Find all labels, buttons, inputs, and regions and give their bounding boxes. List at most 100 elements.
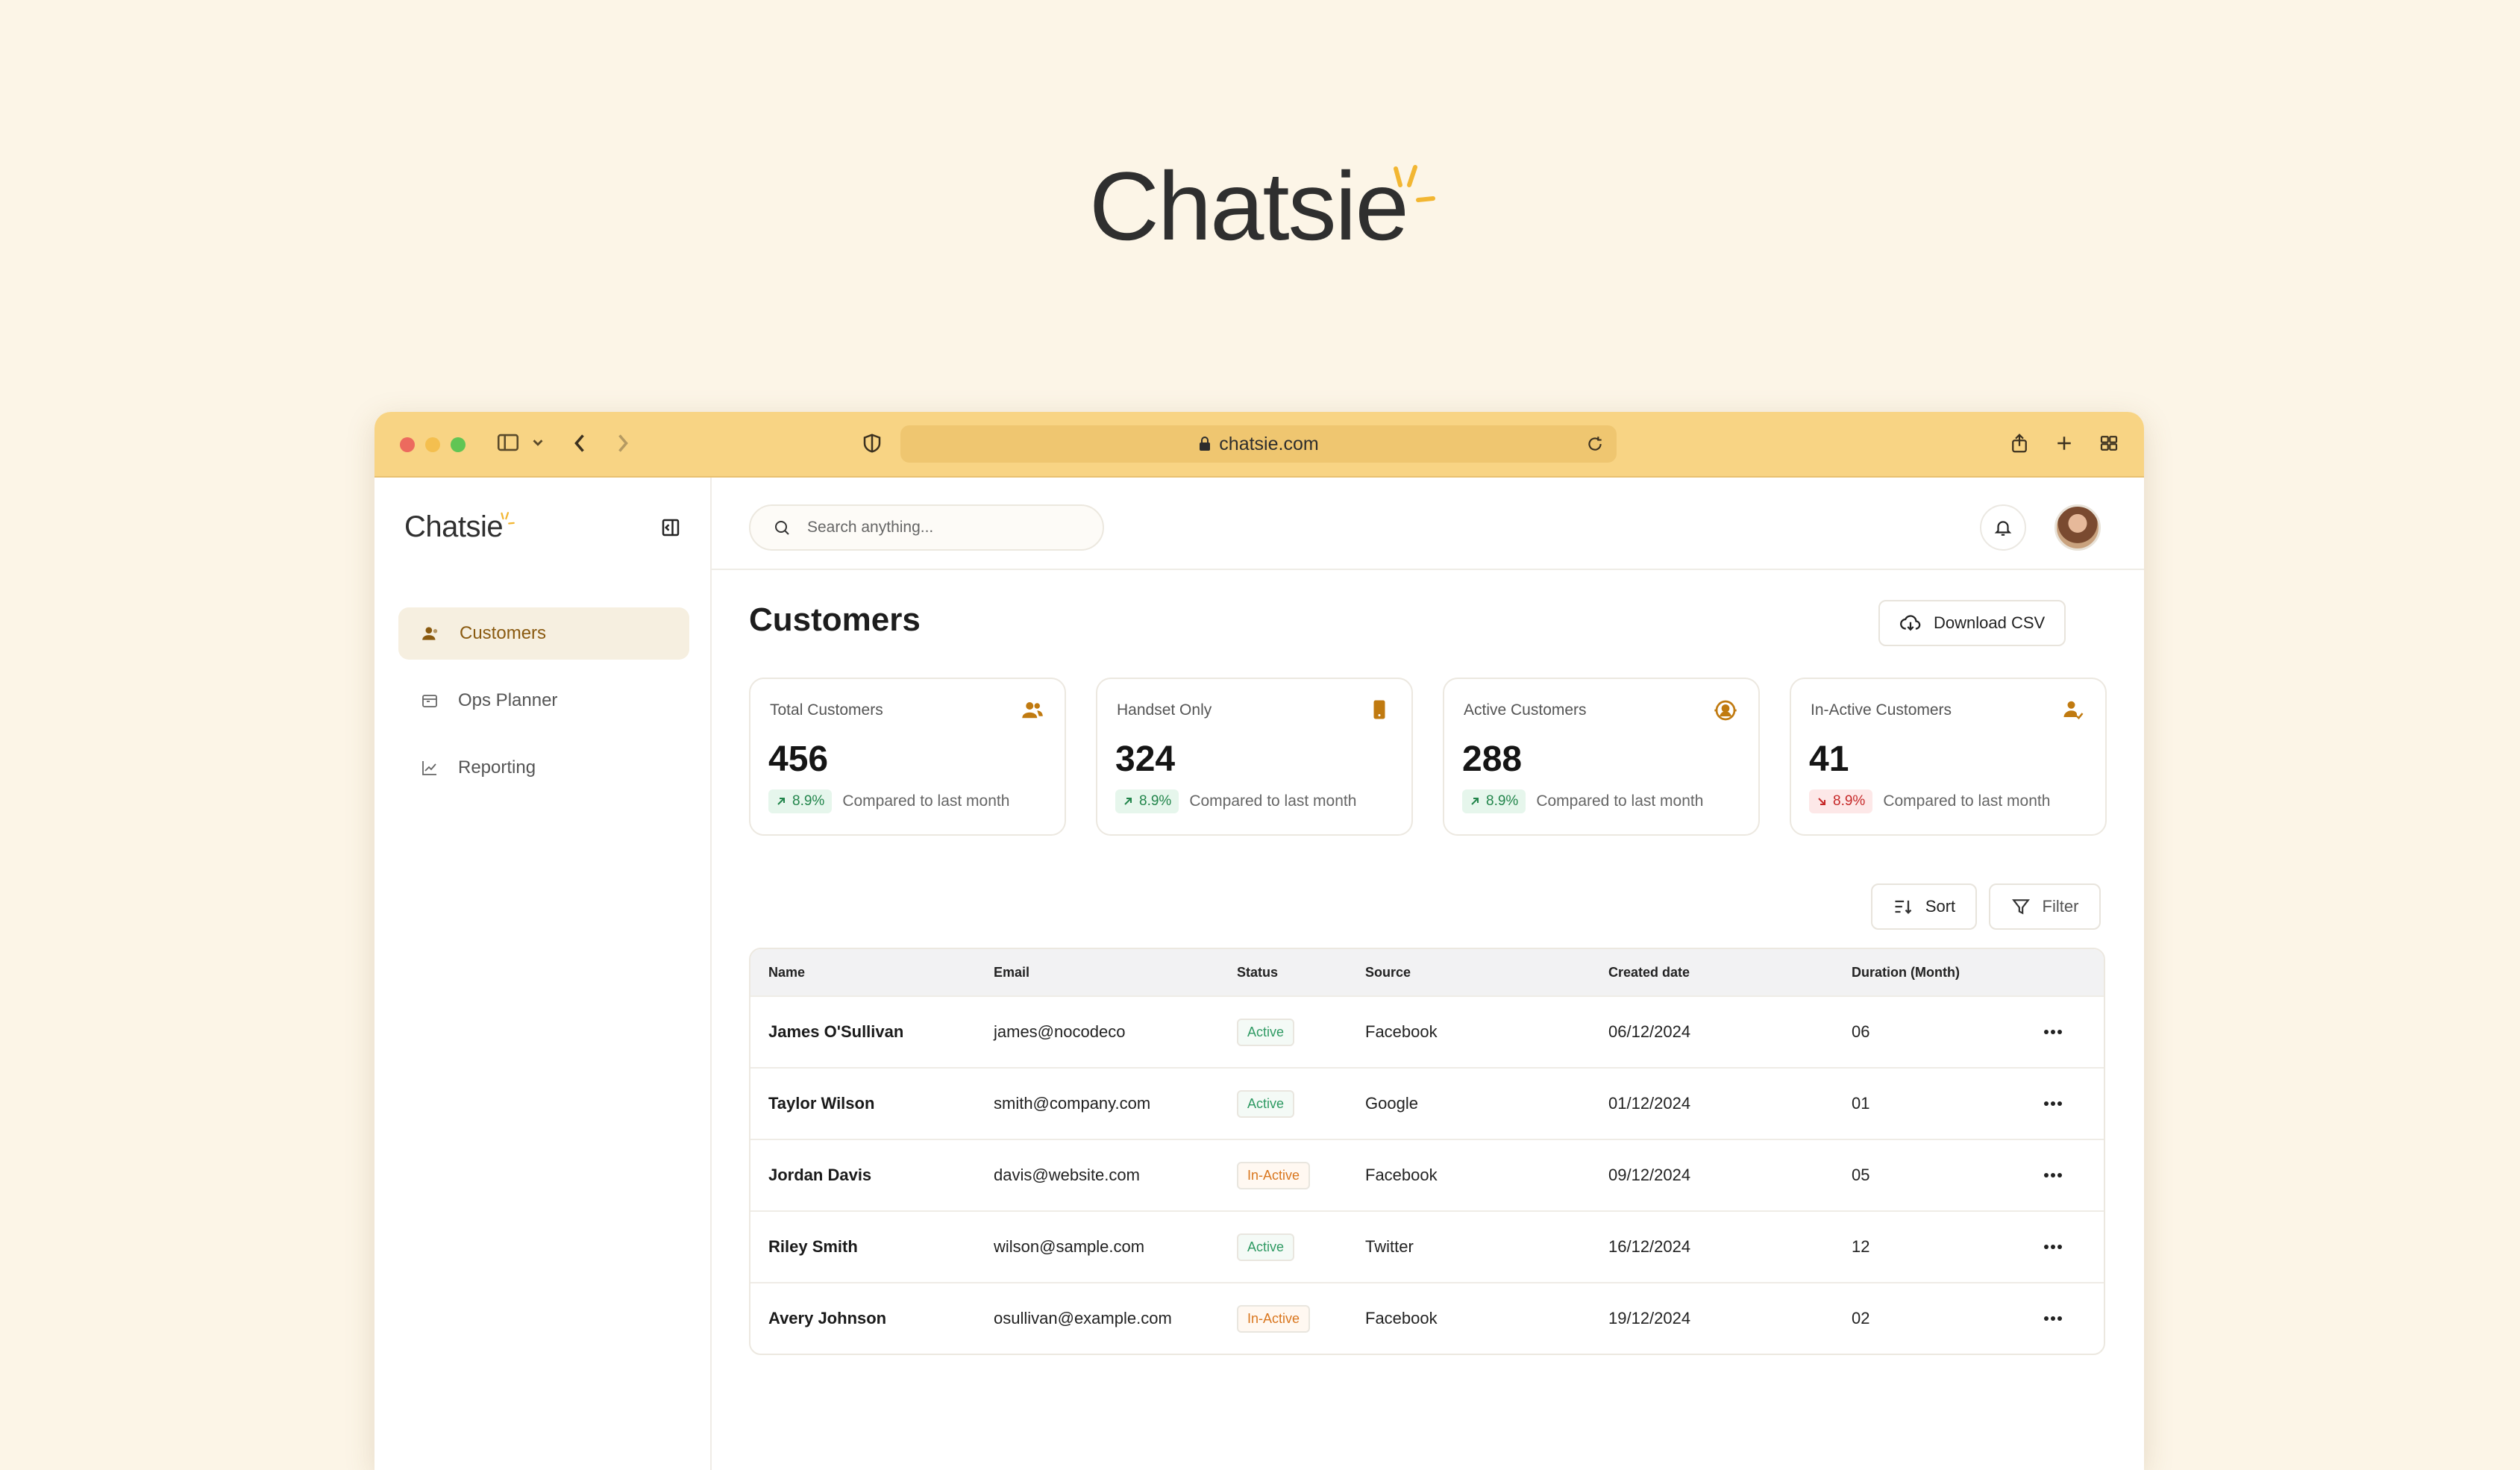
users-icon — [422, 627, 438, 640]
forward-icon[interactable] — [613, 430, 633, 457]
cell-created-date: 06/12/2024 — [1608, 1022, 1691, 1041]
row-actions-button[interactable] — [2016, 1029, 2090, 1035]
cell-name: Jordan Davis — [768, 1166, 872, 1184]
row-actions-button[interactable] — [2016, 1316, 2090, 1322]
close-window-button[interactable] — [400, 437, 415, 452]
table-header: Name Email Status Source Created date Du… — [750, 949, 2104, 995]
filter-label: Filter — [2042, 897, 2079, 916]
reload-icon[interactable] — [1585, 434, 1605, 454]
trend-down-badge: 8.9% — [1809, 789, 1873, 813]
cell-name: Avery Johnson — [768, 1309, 887, 1327]
share-icon[interactable] — [2008, 430, 2031, 457]
users-icon — [1022, 702, 1043, 719]
row-actions-button[interactable] — [2016, 1101, 2090, 1107]
notifications-button[interactable] — [1980, 504, 2026, 551]
chart-line-icon — [422, 761, 436, 775]
table-row[interactable]: Jordan Davis davis@website.com In-Active… — [750, 1139, 2104, 1210]
trend-percent: 8.9% — [1833, 793, 1866, 809]
calendar-icon — [422, 695, 437, 707]
status-badge: Active — [1237, 1018, 1295, 1046]
download-csv-label: Download CSV — [1934, 613, 2046, 632]
lock-icon — [1200, 437, 1211, 451]
stat-label: In-Active Customers — [1811, 701, 1952, 719]
new-tab-icon[interactable] — [2053, 430, 2075, 457]
column-header-duration[interactable]: Duration (Month) — [1852, 965, 2016, 980]
compare-text: Compared to last month — [1189, 792, 1357, 810]
stat-label: Handset Only — [1117, 701, 1212, 719]
cell-name: Taylor Wilson — [768, 1094, 875, 1113]
cell-source: Facebook — [1365, 1309, 1438, 1327]
cell-created-date: 01/12/2024 — [1608, 1094, 1691, 1113]
stat-value: 324 — [1115, 739, 1176, 779]
sidebar-item-label: Customers — [460, 623, 547, 643]
sort-button[interactable]: Sort — [1871, 883, 1977, 930]
minimize-window-button[interactable] — [425, 437, 440, 452]
compare-text: Compared to last month — [1536, 792, 1704, 810]
address-bar[interactable]: chatsie.com — [900, 425, 1617, 463]
table-row[interactable]: James O'Sullivan james@nocodeco Active F… — [750, 995, 2104, 1067]
maximize-window-button[interactable] — [451, 437, 466, 452]
cell-status: In-Active — [1237, 1161, 1365, 1189]
phone-icon — [1373, 700, 1385, 719]
sidebar-toggle-icon[interactable] — [495, 430, 521, 455]
search-box[interactable] — [749, 504, 1104, 551]
privacy-shield-icon[interactable] — [861, 430, 883, 457]
sidebar-item-ops-planner[interactable]: Ops Planner — [398, 675, 689, 727]
trend-percent: 8.9% — [792, 793, 825, 809]
hero-logo-text: Chatsie — [1089, 151, 1409, 260]
arrow-up-right-icon — [1124, 798, 1132, 805]
chevron-down-icon[interactable] — [530, 430, 546, 455]
table-row[interactable]: Avery Johnson osullivan@example.com In-A… — [750, 1282, 2104, 1354]
status-badge: Active — [1237, 1233, 1295, 1261]
browser-window: chatsie.com Chatsie Customers Ops Planne… — [374, 412, 2144, 1470]
table-row[interactable]: Riley Smith wilson@sample.com Active Twi… — [750, 1210, 2104, 1282]
status-badge: Active — [1237, 1089, 1295, 1118]
stats-cards: Total Customers 456 8.9% Compared to las… — [749, 678, 2107, 836]
search-input[interactable] — [806, 518, 1077, 537]
stat-trend: 8.9% Compared to last month — [768, 789, 1009, 813]
column-header-source[interactable]: Source — [1365, 965, 1608, 980]
main-content: Customers Download CSV Total Customers 4… — [712, 478, 2144, 1470]
sort-icon — [1895, 900, 1912, 914]
stat-card-total-customers: Total Customers 456 8.9% Compared to las… — [749, 678, 1066, 836]
status-badge: In-Active — [1237, 1161, 1311, 1189]
collapse-sidebar-icon[interactable] — [659, 516, 682, 542]
cell-status: In-Active — [1237, 1304, 1365, 1333]
sidebar-item-label: Reporting — [458, 757, 536, 778]
column-header-name[interactable]: Name — [750, 965, 994, 980]
download-csv-button[interactable]: Download CSV — [1878, 600, 2066, 646]
sidebar-item-reporting[interactable]: Reporting — [398, 742, 689, 794]
cell-created-date: 16/12/2024 — [1608, 1237, 1691, 1256]
column-header-created-date[interactable]: Created date — [1608, 965, 1852, 980]
tab-overview-icon[interactable] — [2098, 430, 2120, 457]
arrow-down-right-icon — [1818, 798, 1825, 805]
stat-trend: 8.9% Compared to last month — [1115, 789, 1356, 813]
compare-text: Compared to last month — [842, 792, 1010, 810]
sidebar: Chatsie Customers Ops Planner Reporting — [374, 478, 712, 1470]
filter-button[interactable]: Filter — [1989, 883, 2101, 930]
sidebar-logo[interactable]: Chatsie — [404, 510, 516, 544]
cell-duration: 05 — [1852, 1166, 1870, 1184]
more-horizontal-icon — [2044, 1316, 2062, 1321]
cell-created-date: 19/12/2024 — [1608, 1309, 1691, 1327]
table-row[interactable]: Taylor Wilson smith@company.com Active G… — [750, 1067, 2104, 1139]
back-icon[interactable] — [570, 430, 589, 457]
sidebar-item-label: Ops Planner — [458, 690, 558, 710]
bell-icon — [1994, 521, 2012, 536]
column-header-email[interactable]: Email — [994, 965, 1237, 980]
window-controls — [400, 437, 466, 452]
cell-source: Facebook — [1365, 1166, 1438, 1184]
row-actions-button[interactable] — [2016, 1172, 2090, 1178]
stat-trend: 8.9% Compared to last month — [1809, 789, 2050, 813]
app-shell: Chatsie Customers Ops Planner Reporting … — [374, 478, 2144, 1470]
column-header-status[interactable]: Status — [1237, 965, 1365, 980]
cell-status: Active — [1237, 1089, 1365, 1118]
user-avatar[interactable] — [2054, 504, 2101, 551]
stat-card-inactive-customers: In-Active Customers 41 8.9% Compared to … — [1790, 678, 2107, 836]
cell-email: smith@company.com — [994, 1094, 1151, 1113]
customers-table: Name Email Status Source Created date Du… — [749, 948, 2105, 1355]
cell-duration: 06 — [1852, 1022, 1870, 1041]
sidebar-item-customers[interactable]: Customers — [398, 607, 689, 660]
cell-email: james@nocodeco — [994, 1022, 1126, 1041]
row-actions-button[interactable] — [2016, 1244, 2090, 1250]
